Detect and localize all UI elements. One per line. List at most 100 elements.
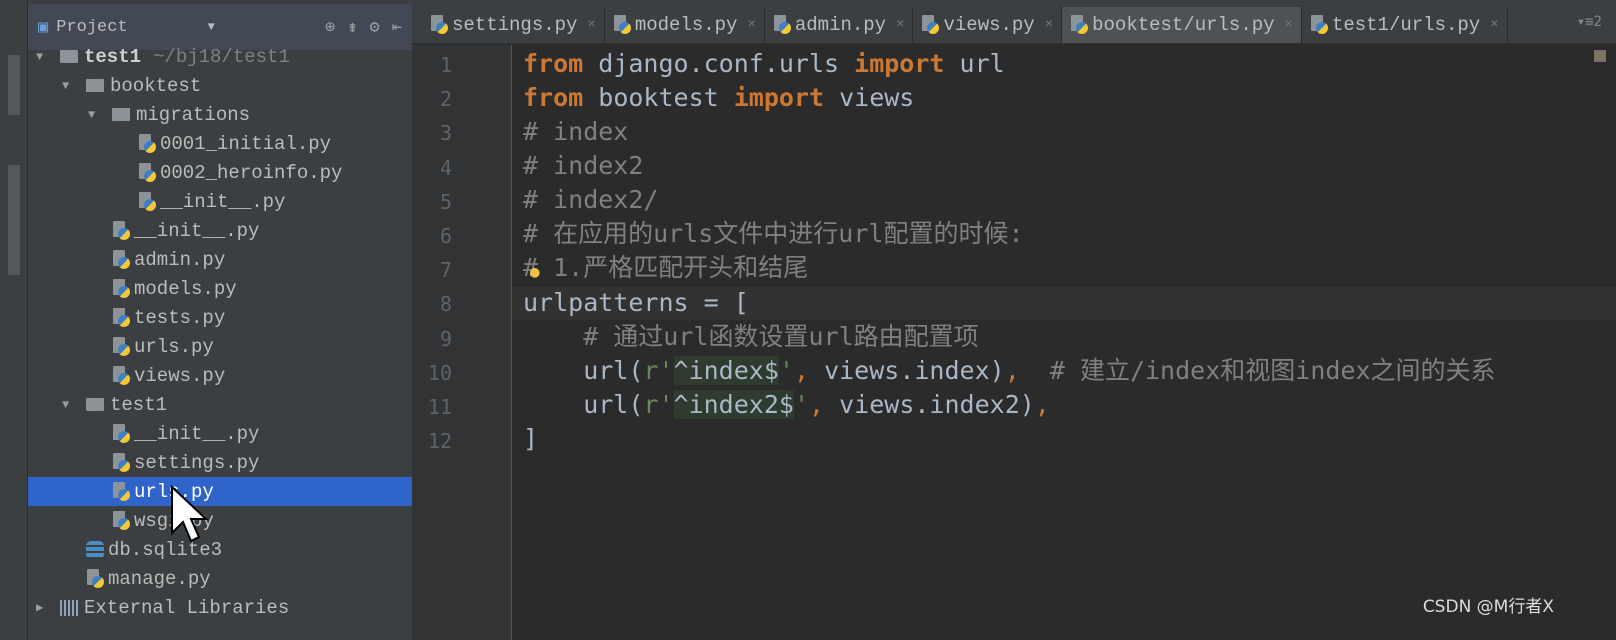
code-line-7: # 1.严格匹配开头和结尾 (523, 253, 809, 282)
collapse-arrow-icon[interactable]: ▶ (36, 600, 50, 615)
python-file-icon (112, 249, 130, 270)
tree-item[interactable]: wsgi.py (28, 506, 412, 535)
tree-item[interactable]: __init__.py (28, 187, 412, 216)
database-icon (86, 540, 104, 559)
python-file-icon (138, 162, 156, 183)
tree-item[interactable]: 0001_initial.py (28, 129, 412, 158)
line-number: 9 (439, 326, 452, 351)
close-icon[interactable]: × (896, 17, 904, 33)
tree-item[interactable]: ▼ migrations (28, 100, 412, 129)
python-file-icon (112, 365, 130, 386)
expand-arrow-icon[interactable]: ▼ (62, 79, 76, 93)
python-file-icon (86, 568, 104, 589)
code-line-12: ] (523, 424, 539, 453)
line-number: 7 (439, 258, 452, 283)
tree-item[interactable]: tests.py (28, 303, 412, 332)
python-file-icon (430, 15, 448, 35)
tree-item-label: test1 (110, 393, 168, 416)
editor-tab[interactable]: booktest/urls.py × (1062, 7, 1302, 43)
expand-arrow-icon[interactable]: ▼ (36, 50, 50, 64)
tree-item[interactable]: __init__.py (28, 419, 412, 448)
tree-item-label: __init__.py (134, 219, 260, 242)
editor-tab[interactable]: models.py × (604, 7, 765, 43)
tree-item-label: __init__.py (134, 422, 260, 445)
error-stripe-marker[interactable] (1594, 50, 1606, 62)
line-number: 8 (439, 292, 452, 317)
project-panel: ▣ Project ▼ ⊕ ⇟ ⚙ ⇤ ▼ test1 ~/bj18/test1 ▼ b… (28, 0, 412, 640)
tree-item[interactable]: db.sqlite3 (28, 535, 412, 564)
python-file-icon (112, 510, 130, 531)
tree-item[interactable]: ▼ test1 ~/bj18/test1 (28, 42, 412, 71)
folder-icon (60, 50, 78, 63)
hide-panel-icon[interactable]: ⇤ (392, 17, 402, 38)
editor-tab[interactable]: admin.py × (764, 7, 914, 43)
editor-tab[interactable]: views.py × (913, 7, 1063, 43)
tab-label: test1/urls.py (1331, 14, 1481, 36)
tree-item[interactable]: urls.py (28, 477, 412, 506)
collapse-all-icon[interactable]: ⇟ (347, 17, 357, 38)
tab-label: views.py (943, 14, 1035, 36)
tree-item[interactable]: ▶ External Libraries (28, 593, 412, 622)
tree-item[interactable]: urls.py (28, 332, 412, 361)
python-file-icon (1070, 15, 1089, 35)
expand-arrow-icon[interactable]: ▼ (62, 398, 76, 412)
code-line-8: urlpatterns = [ (523, 288, 749, 317)
tree-item[interactable]: ▼ booktest (28, 71, 412, 100)
line-number: 1 (439, 53, 452, 77)
close-icon[interactable]: × (747, 17, 755, 33)
project-view-icon: ▣ (38, 18, 49, 38)
tree-item-label: settings.py (134, 451, 260, 474)
tree-item-label: migrations (136, 103, 251, 126)
close-icon[interactable]: × (1285, 17, 1293, 33)
python-file-icon (112, 278, 130, 299)
python-file-icon (138, 133, 156, 154)
tree-item[interactable]: ▼ test1 (28, 390, 412, 419)
python-file-icon (112, 220, 130, 241)
line-number: 10 (427, 360, 452, 385)
tree-item[interactable]: views.py (28, 361, 412, 390)
watermark: CSDN @M行者X (1422, 597, 1554, 617)
python-file-icon (773, 15, 791, 35)
tree-item-label: booktest (110, 74, 202, 97)
tab-label: settings.py (452, 14, 578, 36)
close-icon[interactable]: × (587, 17, 595, 33)
tree-item[interactable]: settings.py (28, 448, 412, 477)
code-line-1: from django.conf.urls import url (523, 49, 1005, 78)
code-line-10: url(r'^index$', views.index), # 建立/index… (523, 356, 1496, 385)
editor-gutter: 1 2 3 4 5 6 7 8 9 10 11 12 (412, 45, 512, 640)
chevron-down-icon[interactable]: ▼ (208, 20, 215, 34)
tree-item-label: manage.py (108, 567, 211, 590)
line-number: 5 (439, 189, 452, 214)
expand-arrow-icon[interactable]: ▼ (88, 108, 102, 122)
close-icon[interactable]: × (1490, 17, 1498, 33)
tree-item-label: urls.py (134, 335, 214, 358)
structure-tool-button[interactable] (8, 165, 20, 275)
close-icon[interactable]: × (1045, 17, 1053, 33)
tree-item[interactable]: 0002_heroinfo.py (28, 158, 412, 187)
tree-item-label: External Libraries (84, 596, 290, 619)
line-number: 2 (439, 87, 452, 112)
editor-tabs: settings.py × models.py × admin.py × views.py ×… (412, 0, 1616, 44)
python-file-icon (112, 452, 130, 473)
tree-item-path: ~/bj18/test1 (153, 45, 290, 68)
python-file-icon (921, 15, 940, 35)
editor-tab[interactable]: test1/urls.py × (1301, 7, 1508, 43)
folder-icon (86, 398, 104, 411)
python-file-icon (112, 336, 130, 357)
tree-item[interactable]: admin.py (28, 245, 412, 274)
tree-item[interactable]: __init__.py (28, 216, 412, 245)
tree-item[interactable]: manage.py (28, 564, 412, 593)
code-line-9: # 通过url函数设置url路由配置项 (523, 322, 979, 351)
tree-item-label: tests.py (134, 306, 226, 329)
lightbulb-icon[interactable]: ● (530, 262, 540, 281)
editor-tab[interactable]: settings.py × (422, 7, 605, 43)
project-view-selector[interactable]: Project (56, 18, 127, 37)
project-tool-button[interactable] (8, 55, 20, 115)
folder-icon (112, 108, 130, 121)
python-file-icon (112, 481, 130, 502)
tree-item[interactable]: models.py (28, 274, 412, 303)
tab-list-menu[interactable]: ▾≡2 (1577, 14, 1602, 30)
tab-label: models.py (634, 14, 738, 36)
locate-icon[interactable]: ⊕ (325, 17, 335, 38)
gear-icon[interactable]: ⚙ (370, 17, 380, 38)
